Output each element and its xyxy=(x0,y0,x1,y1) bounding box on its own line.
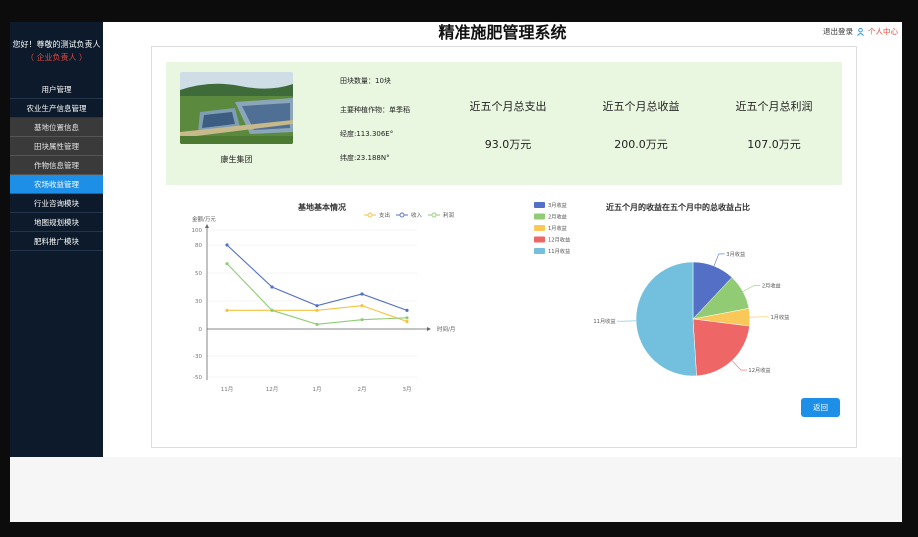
legend-label: 3月收益 xyxy=(548,201,567,209)
legend-swatch xyxy=(534,236,545,243)
logout-link[interactable]: 退出登录 xyxy=(823,26,853,37)
x-tick-label: 11月 xyxy=(221,386,234,393)
x-tick-label: 12月 xyxy=(266,386,279,393)
chart-title: 近五个月的收益在五个月中的总收益占比 xyxy=(606,202,750,212)
x-tick-label: 3月 xyxy=(403,386,412,393)
legend-label: 1月收益 xyxy=(548,224,567,232)
sidebar-item[interactable]: 用户管理 xyxy=(10,80,103,99)
y-tick-label: -50 xyxy=(193,375,202,381)
legend-label: 利润 xyxy=(443,211,455,219)
sidebar-item[interactable]: 作物信息管理 xyxy=(10,156,103,175)
data-point xyxy=(315,308,319,312)
y-axis-label: 金额/万元 xyxy=(192,215,216,223)
pie-label: 2月收益 xyxy=(762,281,781,289)
data-point xyxy=(225,262,229,266)
y-tick-label: 50 xyxy=(195,271,202,277)
legend-marker xyxy=(431,212,437,218)
legend-label: 2月收益 xyxy=(548,213,567,221)
sidebar-item[interactable]: 田块属性管理 xyxy=(10,137,103,156)
pie-slice xyxy=(692,318,750,377)
stat-income-label: 近五个月总收益 xyxy=(602,100,680,113)
pie-chart: 近五个月的收益在五个月中的总收益占比 3月收益 2月收益 1月收益 12月收益 11月收益… xyxy=(534,201,789,377)
data-point xyxy=(360,304,364,308)
sidebar-item[interactable]: 基地位置信息 xyxy=(10,118,103,137)
profile-link[interactable]: 个人中心 xyxy=(868,26,898,37)
label-leader xyxy=(713,253,725,267)
x-axis-arrow xyxy=(427,327,431,331)
sidebar-item[interactable]: 地图规划模块 xyxy=(10,213,103,232)
legend-label: 收入 xyxy=(411,211,423,219)
legend-label: 11月收益 xyxy=(548,247,570,255)
y-tick-label: 0 xyxy=(199,327,203,333)
stat-income-value: 200.0万元 xyxy=(614,138,668,151)
stat-expense-label: 近五个月总支出 xyxy=(469,100,547,113)
y-tick-label: 30 xyxy=(195,299,202,305)
pie-slice xyxy=(635,261,697,377)
x-axis-label: 时间/月 xyxy=(437,325,455,333)
y-tick-label: 80 xyxy=(195,243,202,249)
page-title: 精准施肥管理系统 xyxy=(438,23,567,42)
data-point xyxy=(225,243,229,247)
farm-photo xyxy=(180,72,293,144)
series-line xyxy=(226,244,408,311)
legend-swatch xyxy=(534,213,545,220)
app-window: 您好！尊敬的测试负责人 （ 企业负责人 ） 用户管理 农业生产信息管理 基地位置信息… xyxy=(10,22,902,522)
data-point xyxy=(270,285,274,289)
data-point xyxy=(225,308,229,312)
stat-profit-label: 近五个月总利润 xyxy=(735,100,813,113)
pie-label: 1月收益 xyxy=(770,313,789,321)
pie-label: 11月收益 xyxy=(593,317,615,325)
x-tick-label: 2月 xyxy=(358,386,367,393)
user-icon xyxy=(857,27,864,36)
data-point xyxy=(315,304,319,308)
label-leader xyxy=(742,284,761,292)
data-point xyxy=(405,316,409,320)
sidebar-item[interactable]: 行业咨询模块 xyxy=(10,194,103,213)
return-button[interactable]: 返回 xyxy=(801,398,840,417)
main-crop: 主要种植作物：单季稻 xyxy=(340,106,410,114)
top-right-actions: 退出登录 个人中心 xyxy=(823,26,898,37)
latitude: 纬度:23.188N° xyxy=(340,154,390,162)
legend-marker xyxy=(367,212,373,218)
sidebar-menu: 用户管理 农业生产信息管理 基地位置信息 田块属性管理 作物信息管理 农场收益管理 行业咨询… xyxy=(10,80,103,251)
pie-label: 3月收益 xyxy=(726,250,745,258)
data-point xyxy=(360,318,364,322)
data-point xyxy=(270,308,274,312)
sidebar-item[interactable]: 农业生产信息管理 xyxy=(10,99,103,118)
greeting-text: 您好！尊敬的测试负责人 xyxy=(12,40,101,49)
sidebar-item[interactable]: 农场收益管理 xyxy=(10,175,103,194)
line-chart: 基地基本情况金额/万元 支出 收入 利润 100 80 50 30 0 -30 -50 时间/月 11月… xyxy=(192,202,456,393)
data-point xyxy=(405,319,409,324)
data-point xyxy=(360,292,364,296)
user-role: （ 企业负责人 ） xyxy=(25,53,88,62)
legend-swatch xyxy=(534,202,545,208)
x-tick-label: 1月 xyxy=(313,386,322,393)
data-point xyxy=(405,308,409,312)
legend-marker xyxy=(399,212,405,218)
y-axis-arrow xyxy=(205,224,209,228)
legend-swatch xyxy=(534,248,545,254)
y-tick-label: -30 xyxy=(193,354,202,360)
stat-expense-value: 93.0万元 xyxy=(484,138,532,151)
longitude: 经度:113.306E° xyxy=(340,130,394,138)
summary-card: 康生集团 田块数量：10块 主要种植作物：单季稻 经度:113.306E° 纬度… xyxy=(166,62,842,185)
chart-title: 基地基本情况 xyxy=(297,202,346,212)
sidebar: 您好！尊敬的测试负责人 （ 企业负责人 ） 用户管理 农业生产信息管理 基地位置信息… xyxy=(10,22,103,457)
sidebar-item[interactable]: 肥料推广模块 xyxy=(10,232,103,251)
legend-label: 12月收益 xyxy=(548,236,570,244)
main-panel: 康生集团 田块数量：10块 主要种植作物：单季稻 经度:113.306E° 纬度… xyxy=(151,46,857,448)
legend-swatch xyxy=(534,225,545,231)
pie-label: 12月收益 xyxy=(748,366,770,374)
data-point xyxy=(315,322,319,326)
stat-profit-value: 107.0万元 xyxy=(747,138,801,151)
footer-area xyxy=(10,457,902,522)
company-name: 康生集团 xyxy=(220,155,253,164)
field-count: 田块数量：10块 xyxy=(340,77,391,85)
legend-label: 支出 xyxy=(379,211,390,219)
label-leader xyxy=(731,360,747,371)
y-tick-label: 100 xyxy=(192,228,203,234)
